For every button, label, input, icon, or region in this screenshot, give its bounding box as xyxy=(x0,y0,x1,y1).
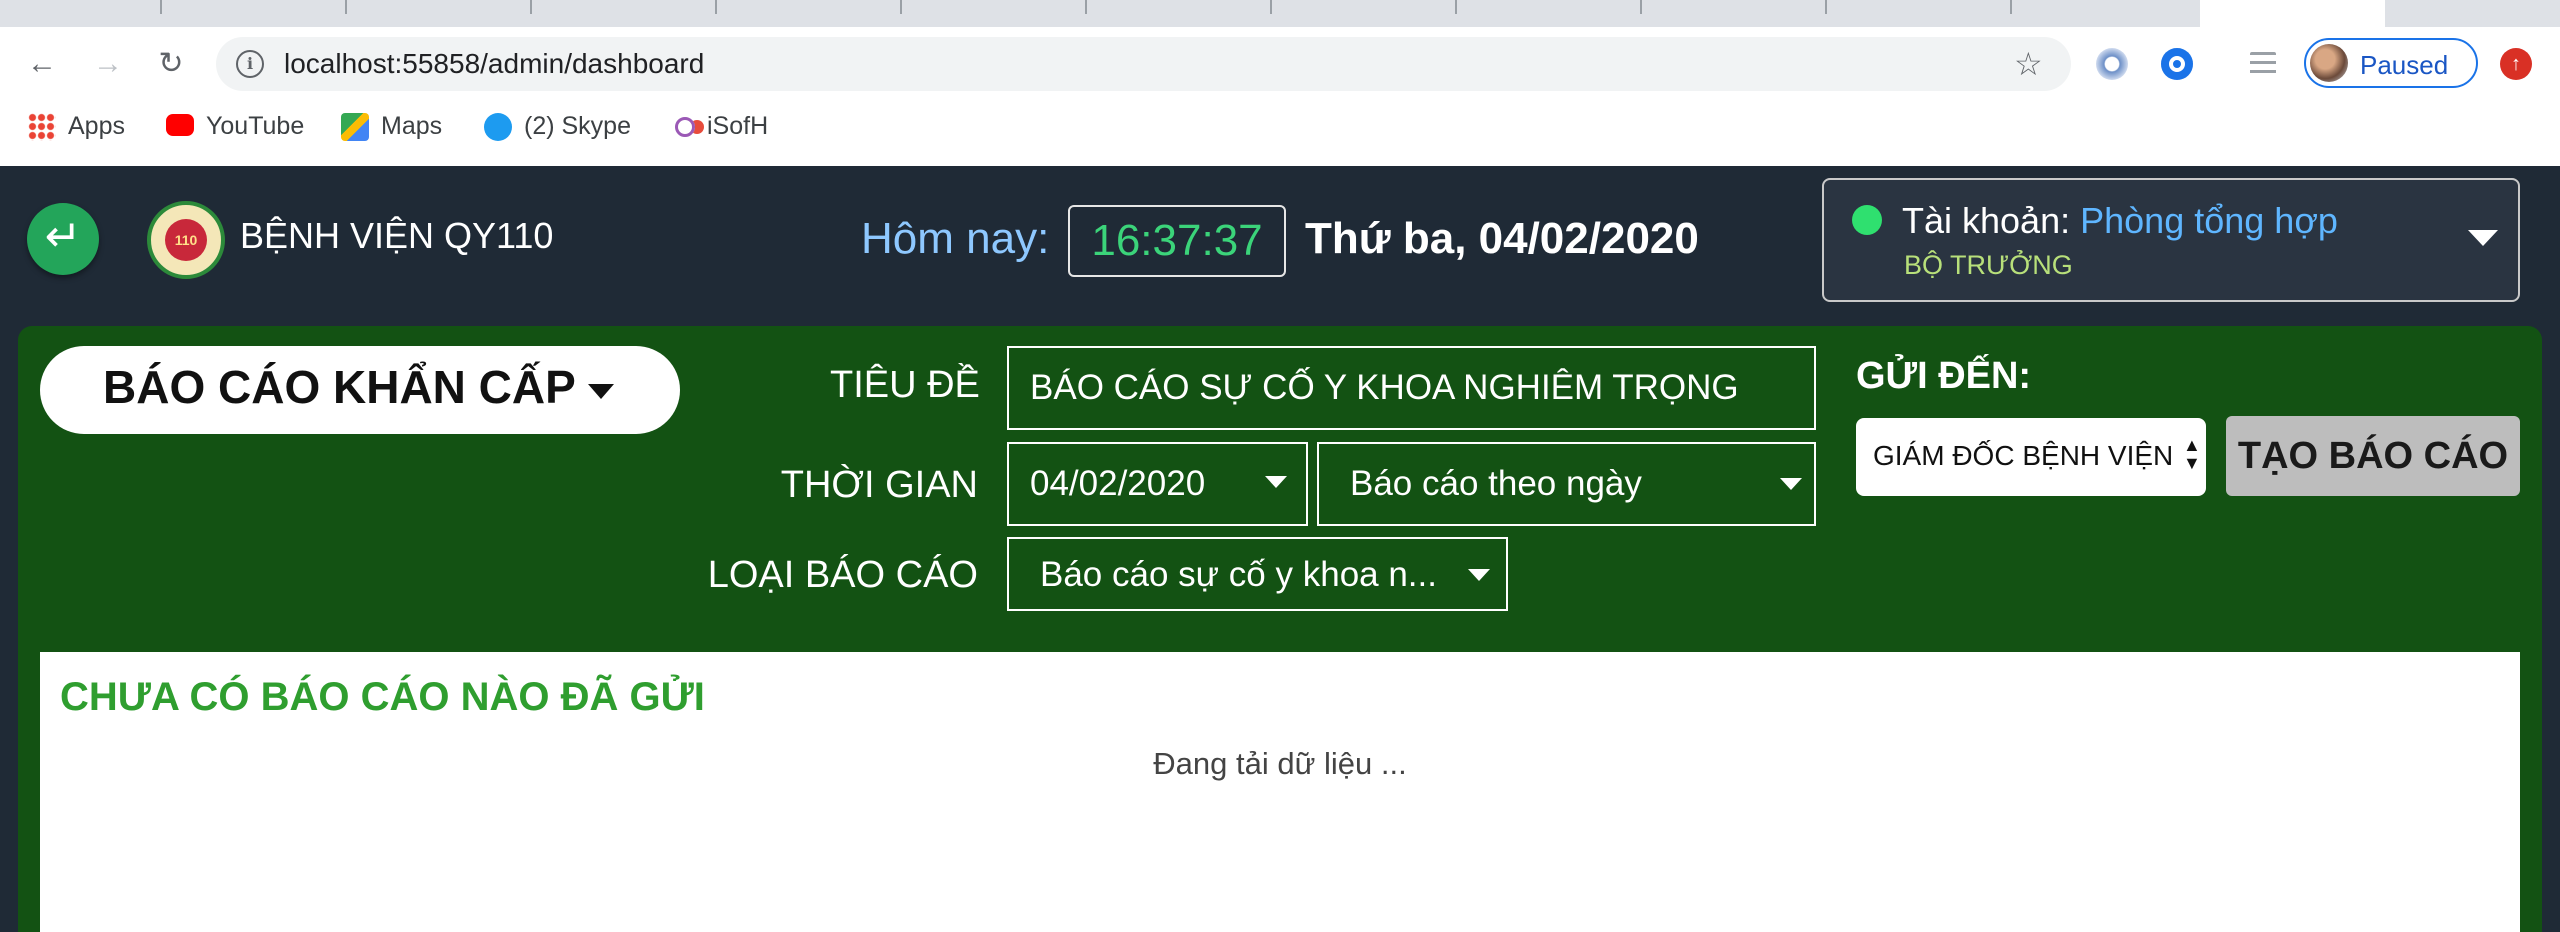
forward-arrow-icon[interactable]: → xyxy=(90,46,126,82)
return-arrow-icon: ↵ xyxy=(44,212,82,261)
tab-separator xyxy=(1455,0,1457,14)
back-button[interactable]: ↵ xyxy=(27,203,99,275)
hospital-name: BỆNH VIỆN QY110 xyxy=(240,215,554,256)
search-extension-icon[interactable] xyxy=(2161,48,2193,80)
browser-tab-strip[interactable] xyxy=(0,0,2560,27)
hospital-logo: 110 xyxy=(147,201,225,279)
tab-separator xyxy=(160,0,162,14)
skype-icon xyxy=(484,113,512,142)
report-type-label: BÁO CÁO KHẨN CẤP xyxy=(103,361,576,413)
reload-icon[interactable]: ↻ xyxy=(153,46,189,82)
account-role: BỘ TRƯỞNG xyxy=(1904,250,2073,280)
account-name: Phòng tổng hợp xyxy=(2080,200,2338,241)
time-label: THỜI GIAN xyxy=(780,464,978,506)
bookmark-star-icon[interactable]: ☆ xyxy=(2014,45,2043,83)
bookmark-apps[interactable]: Apps xyxy=(28,112,125,142)
profile-paused-button[interactable]: Paused xyxy=(2304,38,2478,88)
loading-message: Đang tải dữ liệu ... xyxy=(1153,746,1407,781)
tab-separator xyxy=(2010,0,2012,14)
title-input-value[interactable]: BÁO CÁO SỰ CỐ Y KHOA NGHIÊM TRỌNG xyxy=(1030,368,1739,408)
report-category-value[interactable]: Báo cáo sự cố y khoa n... xyxy=(1040,555,1437,595)
clock-display: 16:37:37 xyxy=(1068,205,1286,277)
logo-number: 110 xyxy=(165,219,207,261)
address-bar-url[interactable]: localhost:55858/admin/dashboard xyxy=(284,48,704,80)
title-label: TIÊU ĐỀ xyxy=(830,364,980,406)
chevron-down-icon[interactable] xyxy=(1780,478,1802,490)
sent-reports-title: CHƯA CÓ BÁO CÁO NÀO ĐÃ GỬI xyxy=(60,675,705,719)
bookmark-isofh[interactable]: iSofH xyxy=(675,112,768,142)
site-info-icon[interactable]: i xyxy=(236,50,264,78)
extension-icon[interactable] xyxy=(2096,48,2128,80)
tab-separator xyxy=(715,0,717,14)
active-browser-tab[interactable] xyxy=(2200,0,2385,27)
chevron-down-icon[interactable] xyxy=(588,384,614,399)
maps-icon xyxy=(341,113,369,142)
period-select-value[interactable]: Báo cáo theo ngày xyxy=(1350,464,1642,504)
create-report-button[interactable]: TẠO BÁO CÁO xyxy=(2226,416,2520,496)
send-to-label: GỬI ĐẾN: xyxy=(1856,355,2032,397)
back-arrow-icon[interactable]: ← xyxy=(24,46,60,82)
tab-separator xyxy=(1270,0,1272,14)
tab-separator xyxy=(1085,0,1087,14)
bookmark-youtube[interactable]: YouTube xyxy=(166,112,304,142)
date-picker-value[interactable]: 04/02/2020 xyxy=(1030,464,1205,504)
chevron-down-icon[interactable] xyxy=(1265,476,1287,488)
profile-status-label: Paused xyxy=(2360,50,2449,80)
tab-separator xyxy=(900,0,902,14)
online-status-icon xyxy=(1852,205,1882,235)
current-date: Thứ ba, 04/02/2020 xyxy=(1305,214,1699,263)
avatar xyxy=(2310,44,2348,82)
tab-separator xyxy=(1825,0,1827,14)
recipient-select-value[interactable]: GIÁM ĐỐC BỆNH VIỆN xyxy=(1873,440,2173,472)
tab-separator xyxy=(1640,0,1642,14)
update-icon[interactable]: ↑ xyxy=(2500,48,2532,80)
account-label: Tài khoản: Phòng tổng hợp xyxy=(1902,200,2338,241)
chevron-down-icon[interactable] xyxy=(1468,569,1490,581)
select-arrows-icon[interactable]: ▲ ▼ xyxy=(2183,436,2201,472)
isofh-icon xyxy=(675,117,695,138)
today-label: Hôm nay: xyxy=(861,214,1050,263)
bookmark-maps[interactable]: Maps xyxy=(341,112,442,142)
bookmark-skype[interactable]: (2) Skype xyxy=(484,112,631,142)
youtube-icon xyxy=(166,114,194,137)
apps-grid-icon xyxy=(28,113,56,142)
media-queue-icon[interactable] xyxy=(2250,52,2276,76)
tab-separator xyxy=(530,0,532,14)
tab-separator xyxy=(345,0,347,14)
chevron-down-icon[interactable] xyxy=(2468,230,2498,246)
report-category-label: LOẠI BÁO CÁO xyxy=(707,554,978,596)
